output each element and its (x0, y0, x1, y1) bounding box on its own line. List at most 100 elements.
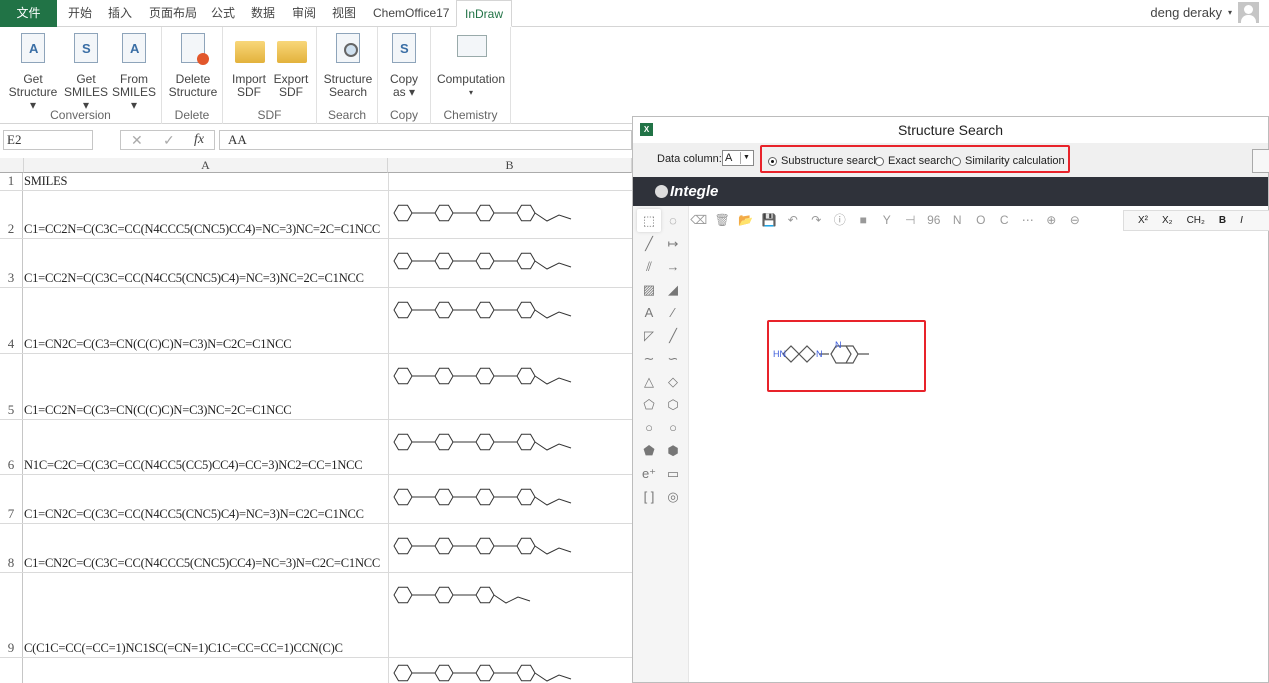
cell-smiles[interactable]: C1=CC2N=C(C3C=CC(N4CCC5(CNC5)CC4)=NC=3)N… (24, 222, 380, 237)
atom-o-icon[interactable]: O (969, 213, 993, 227)
name-box[interactable]: E2 (3, 130, 93, 150)
tool-5-icon[interactable]: → (661, 255, 685, 278)
column-header-b[interactable]: B (388, 158, 632, 173)
save-icon[interactable]: 💾 (758, 213, 782, 227)
get-smiles-button[interactable]: S Get SMILES ▾ (62, 31, 110, 112)
charge-icon[interactable]: ⊣ (899, 213, 923, 227)
tab-insert[interactable]: 插入 (108, 0, 132, 27)
cell-structure[interactable] (388, 288, 628, 353)
drawing-canvas[interactable]: HN N N (689, 233, 1269, 683)
row-number[interactable]: 4 (0, 288, 23, 353)
row-number[interactable]: 7 (0, 475, 23, 523)
tool-25-icon[interactable]: ◎ (661, 485, 685, 508)
undo-icon[interactable]: ↶ (781, 213, 805, 227)
bond-type-icon[interactable]: Y (875, 213, 899, 227)
fill-icon[interactable]: ■ (852, 213, 876, 227)
tool-12-icon[interactable]: ∼ (637, 347, 661, 370)
cell-structure[interactable] (388, 573, 628, 657)
cell-structure[interactable] (388, 658, 628, 683)
cell-structure[interactable] (388, 420, 628, 474)
atom-c-icon[interactable]: C (993, 213, 1017, 227)
delete-structure-button[interactable]: Delete Structure (168, 31, 218, 99)
row-number[interactable]: 1 (0, 173, 23, 190)
formula-input[interactable]: AA (219, 130, 632, 150)
tool-23-icon[interactable]: ▭ (661, 462, 685, 485)
tool-3-icon[interactable]: ↦ (661, 232, 685, 255)
ch2-button[interactable]: CH₂ (1187, 215, 1205, 226)
column-header-a[interactable]: A (24, 158, 388, 173)
radio-similarity-calculation[interactable]: Similarity calculation (952, 155, 1065, 167)
tool-16-icon[interactable]: ⬠ (637, 393, 661, 416)
cell-structure[interactable] (388, 191, 628, 238)
check-icon[interactable]: ✓ (163, 131, 175, 149)
from-smiles-button[interactable]: A From SMILES ▾ (110, 31, 158, 112)
cell-structure[interactable] (388, 475, 628, 523)
radio-exact-search[interactable]: Exact search (875, 155, 952, 167)
eraser-icon[interactable]: ⌫ (687, 213, 711, 227)
tab-review[interactable]: 审阅 (292, 0, 316, 27)
cell-structure[interactable] (388, 354, 628, 419)
tab-home[interactable]: 开始 (68, 0, 92, 27)
cell-smiles[interactable]: SMILES (24, 174, 67, 189)
tool-22-icon[interactable]: e⁺ (637, 462, 661, 485)
tool-1-icon[interactable]: ◌ (661, 209, 685, 232)
tab-data[interactable]: 数据 (251, 0, 275, 27)
cell-smiles[interactable]: C(C1C=CC(=CC=1)NC1SC(=CN=1)C1C=CC=CC=1)C… (24, 641, 343, 656)
cell-structure[interactable] (388, 173, 628, 190)
row-number[interactable]: 9 (0, 573, 23, 657)
tab-chemoffice[interactable]: ChemOffice17 (373, 0, 449, 27)
tool-9-icon[interactable]: ∕ (661, 301, 685, 324)
italic-button[interactable]: I (1240, 215, 1243, 226)
tool-0-icon[interactable]: ⬚ (637, 209, 661, 232)
cell-structure[interactable] (388, 239, 628, 287)
row-number[interactable] (0, 658, 23, 683)
redo-icon[interactable]: ↷ (805, 213, 829, 227)
export-sdf-button[interactable]: Export SDF (271, 31, 311, 99)
open-icon[interactable]: 📂 (734, 213, 758, 227)
tool-8-icon[interactable]: A (637, 301, 661, 324)
cell-smiles[interactable]: C1=CC2N=C(C3C=CC(N4CC5(CNC5)C4)=NC=3)NC=… (24, 271, 364, 286)
bold-button[interactable]: B (1219, 215, 1226, 226)
tool-6-icon[interactable]: ▨ (637, 278, 661, 301)
row-number[interactable]: 5 (0, 354, 23, 419)
tool-13-icon[interactable]: ∽ (661, 347, 685, 370)
tool-18-icon[interactable]: ○ (637, 416, 661, 439)
cell-smiles[interactable]: N1C=C2C=C(C3C=CC(N4CC5(CC5)CC4)=CC=3)NC2… (24, 458, 363, 473)
tool-24-icon[interactable]: [ ] (637, 485, 661, 508)
tool-10-icon[interactable]: ◸ (637, 324, 661, 347)
tab-file[interactable]: 文件 (0, 0, 57, 27)
import-sdf-button[interactable]: Import SDF (229, 31, 269, 99)
more-icon[interactable]: ⋯ (1016, 213, 1040, 227)
tool-14-icon[interactable]: △ (637, 370, 661, 393)
copy-as-button[interactable]: S Copy as ▾ (384, 31, 424, 99)
zoom-in-icon[interactable]: ⊕ (1040, 213, 1064, 227)
tab-formulas[interactable]: 公式 (211, 0, 235, 27)
zoom-out-icon[interactable]: ⊖ (1063, 213, 1087, 227)
row-number[interactable]: 3 (0, 239, 23, 287)
avatar[interactable] (1238, 1, 1259, 23)
search-button[interactable] (1252, 149, 1269, 173)
tool-11-icon[interactable]: ╱ (661, 324, 685, 347)
row-number[interactable]: 6 (0, 420, 23, 474)
tab-page-layout[interactable]: 页面布局 (149, 0, 197, 27)
tool-21-icon[interactable]: ⬢ (661, 439, 685, 462)
tool-20-icon[interactable]: ⬟ (637, 439, 661, 462)
tool-4-icon[interactable]: ⫽ (637, 255, 661, 278)
tool-7-icon[interactable]: ◢ (661, 278, 685, 301)
data-column-select[interactable]: A ▼ (722, 150, 754, 166)
info-icon[interactable]: ⓘ (828, 211, 852, 228)
superscript-button[interactable]: X² (1138, 215, 1148, 226)
tool-2-icon[interactable]: ╱ (637, 232, 661, 255)
tab-indraw[interactable]: InDraw (456, 0, 513, 27)
cell-smiles[interactable]: C1=CN2C=C(C3C=CC(N4CCC5(CNC5)CC4)=NC=3)N… (24, 556, 380, 571)
trash-icon[interactable]: 🗑 (711, 213, 735, 227)
cell-smiles[interactable]: C1=CN2C=C(C3=CN(C(C)C)N=C3)N=C2C=C1NCC (24, 337, 292, 352)
user-name[interactable]: deng deraky (1150, 5, 1222, 20)
cell-smiles[interactable]: C1=CC2N=C(C3=CN(C(C)C)N=C3)NC=2C=C1NCC (24, 403, 292, 418)
tool-15-icon[interactable]: ◇ (661, 370, 685, 393)
tab-view[interactable]: 视图 (332, 0, 356, 27)
cell-structure[interactable] (388, 524, 628, 572)
atom-n-icon[interactable]: N (946, 213, 970, 227)
tool-17-icon[interactable]: ⬡ (661, 393, 685, 416)
tool-19-icon[interactable]: ○ (661, 416, 685, 439)
